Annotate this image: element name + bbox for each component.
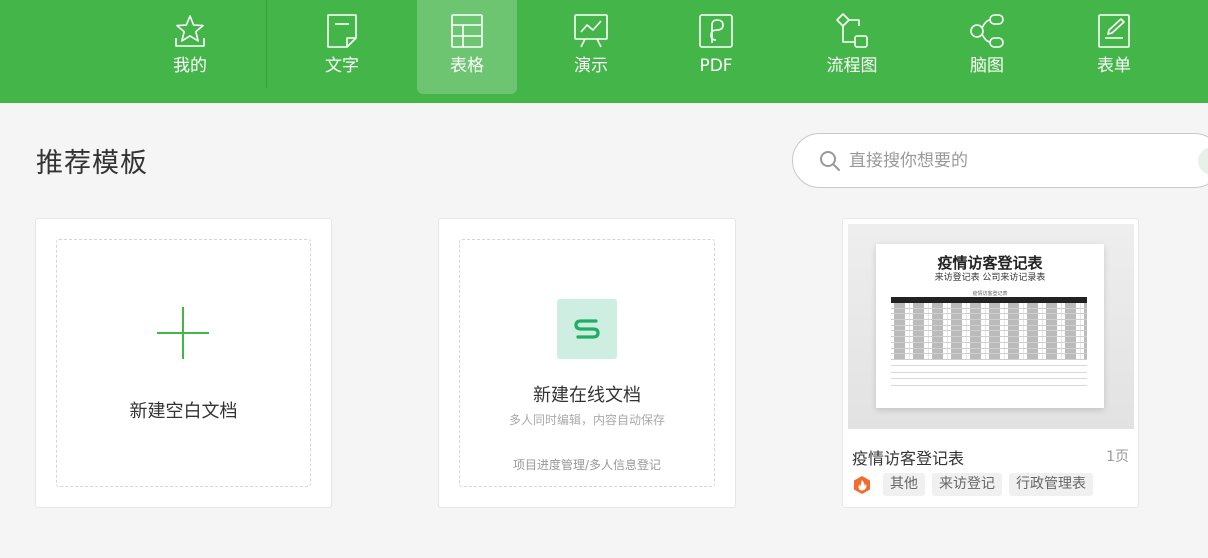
- pdf-icon: [697, 12, 735, 50]
- section-title: 推荐模板: [36, 148, 148, 179]
- plus-icon: [157, 307, 209, 359]
- s-logo-icon: [557, 299, 617, 359]
- dashed-frame: [56, 239, 311, 487]
- template-preview-sheet: 疫情访客登记表 来访登记表 公司来访记录表 疫情访客登记表: [876, 244, 1104, 408]
- tag-visitor-registration[interactable]: 来访登记: [932, 473, 1002, 496]
- nav-label: PDF: [699, 56, 733, 76]
- flowchart-icon: [833, 12, 871, 50]
- preview-subtitle: 来访登记表 公司来访记录表: [934, 273, 1046, 283]
- nav-item-form[interactable]: 表单: [1090, 0, 1138, 94]
- dashed-frame: [459, 239, 715, 487]
- tag-admin-management[interactable]: 行政管理表: [1009, 473, 1093, 496]
- form-icon: [1095, 12, 1133, 50]
- nav-item-presentation[interactable]: 演示: [566, 0, 616, 94]
- nav-item-pdf[interactable]: PDF: [692, 0, 740, 94]
- hot-flame-icon: [854, 475, 870, 494]
- preview-caption: 疫情访客登记表: [972, 291, 1008, 297]
- new-online-document-card[interactable]: 新建在线文档 多人同时编辑，内容自动保存 项目进度管理/多人信息登记: [438, 218, 736, 508]
- mindmap-icon: [968, 12, 1006, 50]
- nav-item-spreadsheet[interactable]: 表格: [417, 0, 517, 94]
- preview-table: [891, 297, 1087, 394]
- nav-item-text[interactable]: 文字: [318, 0, 366, 94]
- card-hint: 项目进度管理/多人信息登记: [512, 458, 662, 472]
- search-box[interactable]: [792, 133, 1208, 188]
- search-icon: [820, 150, 840, 171]
- star-icon: [171, 12, 209, 50]
- nav-label: 表格: [450, 56, 484, 76]
- nav-divider: [266, 0, 267, 88]
- nav-label: 文字: [325, 56, 359, 76]
- nav-item-mine[interactable]: 我的: [166, 0, 214, 94]
- nav-item-mindmap[interactable]: 脑图: [962, 0, 1012, 94]
- template-thumbnail: 疫情访客登记表 来访登记表 公司来访记录表 疫情访客登记表: [848, 224, 1134, 429]
- nav-label: 演示: [574, 56, 608, 76]
- nav-label: 脑图: [970, 56, 1004, 76]
- card-title: 新建在线文档: [533, 385, 641, 406]
- document-icon: [323, 12, 361, 50]
- template-card[interactable]: 疫情访客登记表 来访登记表 公司来访记录表 疫情访客登记表 疫情访客登记表 1页…: [842, 218, 1139, 508]
- template-name: 疫情访客登记表: [852, 449, 965, 468]
- presentation-icon: [572, 12, 610, 50]
- spreadsheet-icon: [448, 12, 486, 50]
- search-input[interactable]: [849, 150, 1149, 171]
- card-subtitle: 多人同时编辑，内容自动保存: [508, 413, 665, 427]
- new-blank-document-card[interactable]: 新建空白文档: [35, 218, 332, 508]
- template-page-count: 1页: [1106, 449, 1129, 465]
- nav-label: 我的: [173, 56, 207, 76]
- card-title: 新建空白文档: [129, 401, 238, 422]
- template-tags: 其他 来访登记 行政管理表: [852, 473, 1100, 496]
- tag-other[interactable]: 其他: [883, 473, 925, 496]
- top-nav-bar: 我的 文字 表格 演示 PDF 流程图 脑图 表单: [0, 0, 1208, 103]
- nav-label: 流程图: [826, 56, 878, 76]
- nav-label: 表单: [1097, 56, 1131, 76]
- nav-item-flowchart[interactable]: 流程图: [822, 0, 882, 94]
- search-submit-button[interactable]: [1198, 147, 1208, 175]
